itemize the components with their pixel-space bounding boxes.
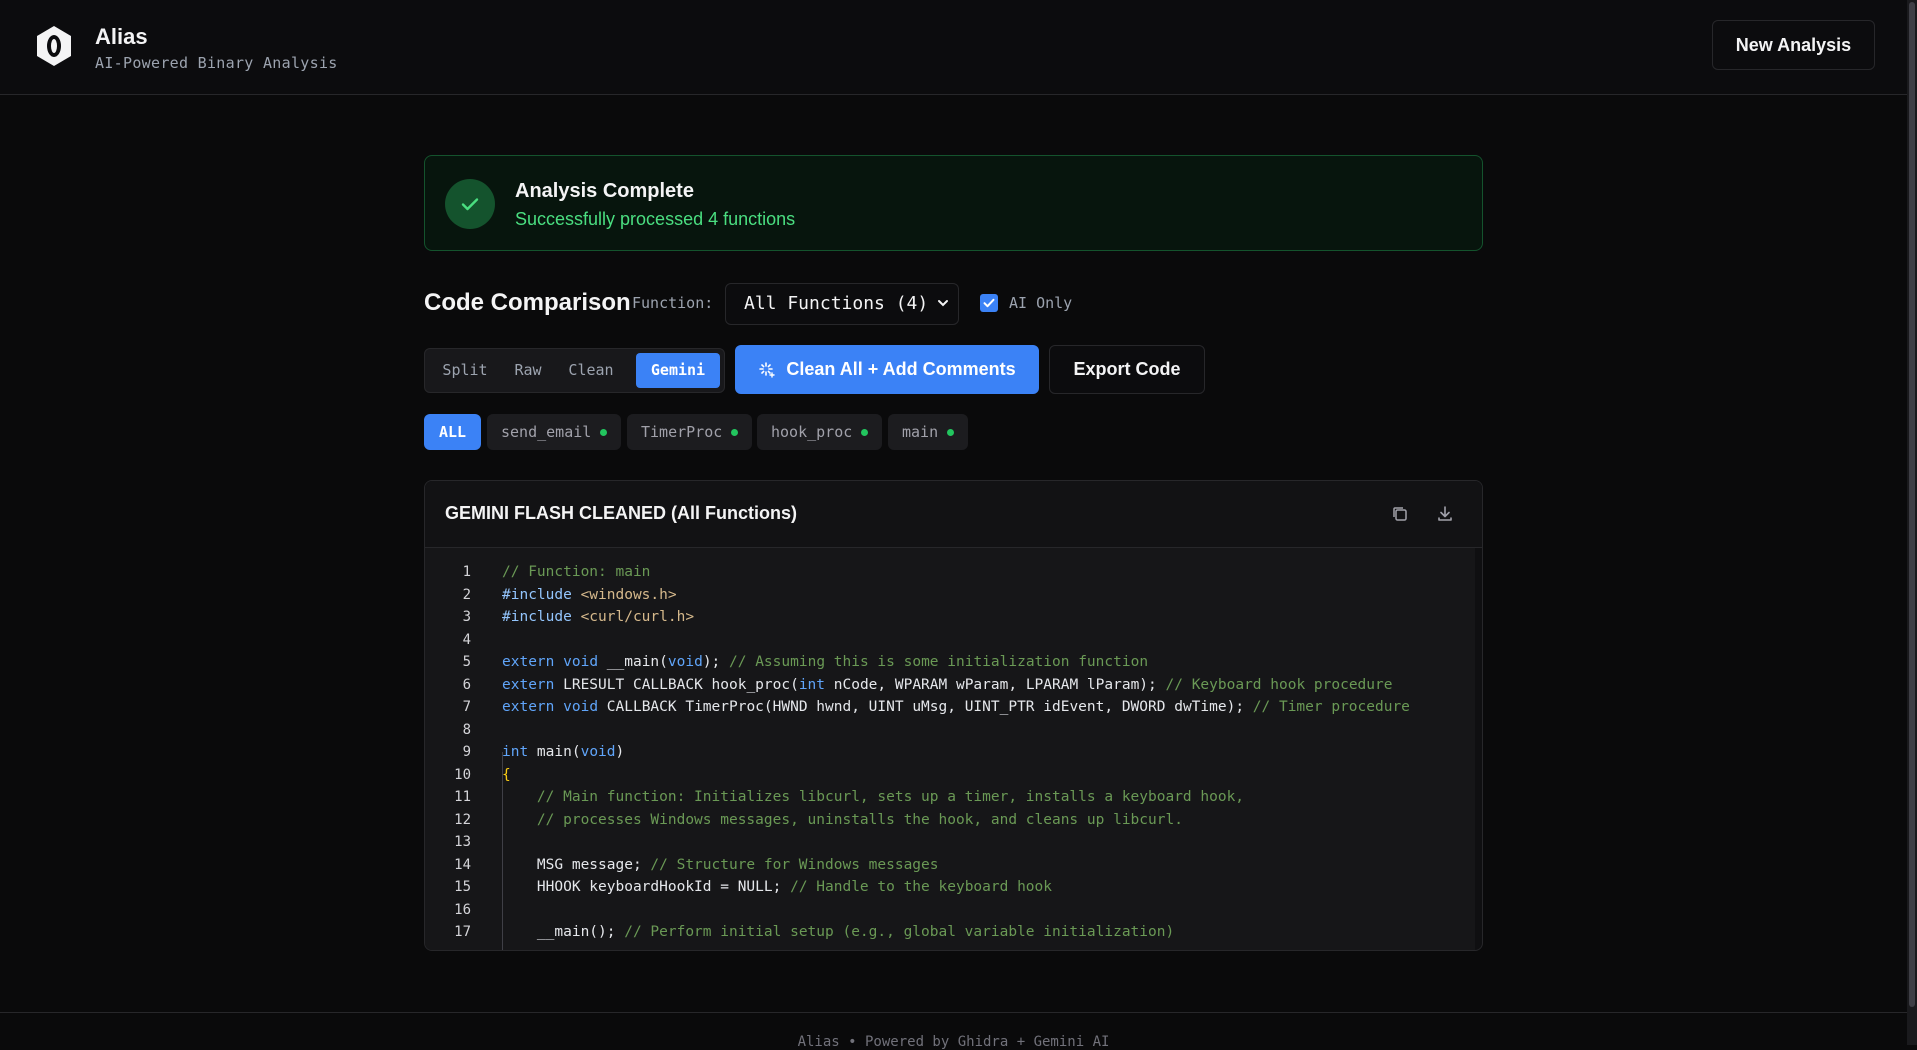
sparkles-icon [759,361,776,378]
line-number: 2 [462,586,471,603]
line-source: extern LRESULT CALLBACK hook_proc(int nC… [502,676,1393,693]
line-number: 10 [454,766,471,783]
line-number: 1 [462,564,471,580]
banner-message: Successfully processed 4 functions [515,209,796,229]
chip-all[interactable]: ALL [424,414,481,450]
line-number: 13 [454,834,471,850]
line-number: 6 [462,676,471,693]
line-source: int main(void) [502,744,625,760]
line-source: // Function: main [502,564,651,580]
chip-main[interactable]: main [888,414,969,450]
line-number: 4 [462,631,471,648]
line-number: 3 [462,609,471,625]
clean-all-label: Clean All + Add Comments [786,359,1016,379]
line-source: { [502,766,511,783]
line-number: 15 [454,879,471,895]
status-dot [947,429,955,436]
copy-icon[interactable] [1390,504,1410,524]
status-dot [600,429,608,436]
view-gemini-button[interactable]: Gemini [636,353,720,388]
line-number: 7 [462,699,471,715]
line-number: 11 [454,789,471,805]
function-label: Function: [632,294,714,312]
code-panel-title: GEMINI FLASH CLEANED (All Functions) [445,503,797,523]
line-source: __main(); // Perform initial setup (e.g.… [502,924,1175,940]
line-source: // Main function: Initializes libcurl, s… [536,789,1245,805]
app-subtitle: AI-Powered Binary Analysis [95,54,338,72]
status-dot [861,429,869,436]
function-select-value: All Functions (4) [744,293,929,314]
download-icon[interactable] [1435,504,1455,524]
chevron-down-icon [936,284,950,339]
chip-label: main [902,423,939,441]
chip-send-email[interactable]: send_email [487,414,622,450]
ai-only-checkbox[interactable] [980,294,998,312]
line-source: #include <curl/curl.h> [502,609,695,625]
export-code-button[interactable]: Export Code [1049,345,1205,394]
banner-title: Analysis Complete [515,180,694,202]
new-analysis-button[interactable]: New Analysis [1712,20,1875,70]
section-title: Code Comparison [424,289,631,316]
line-number: 16 [454,901,471,918]
line-source: HHOOK keyboardHookId = NULL; // Handle t… [502,879,1052,895]
app-title: Alias [95,24,148,49]
chip-hook-proc[interactable]: hook_proc [757,414,883,450]
app-header: Alias AI-Powered Binary Analysis New Ana… [0,0,1907,95]
chip-label: TimerProc [641,423,723,441]
chip-label: hook_proc [771,423,853,441]
view-split-button[interactable]: Split [435,353,495,388]
code-viewer[interactable]: 1 // Function: main 2 #include <windows.h> 3… [425,548,1475,950]
alias-logo-icon [37,26,71,66]
footer-text: Alias • Powered by Ghidra + Gemini AI [797,1034,1110,1050]
success-check-icon [445,179,495,229]
analysis-complete-banner: Analysis Complete Successfully processed… [424,155,1483,251]
code-panel-header: GEMINI FLASH CLEANED (All Functions) [425,481,1482,548]
view-raw-button[interactable]: Raw [503,353,553,388]
code-panel: GEMINI FLASH CLEANED (All Functions) 1 //… [424,480,1483,951]
view-mode-toggle: Split Raw Clean Gemini [424,348,725,393]
line-number: 12 [454,811,471,828]
chip-label: send_email [501,423,592,441]
line-source: extern void CALLBACK TimerProc(HWND hwnd… [502,699,1410,715]
footer-divider [0,1012,1907,1013]
line-number: 17 [454,924,471,940]
ai-only-label[interactable]: AI Only [1009,294,1072,312]
chip-timerproc[interactable]: TimerProc [627,414,753,450]
line-source: // processes Windows messages, uninstall… [536,811,1183,828]
line-number: 5 [462,654,471,670]
page-scrollbar[interactable] [1907,0,1917,1045]
code-scrollbar[interactable] [1482,548,1483,951]
view-clean-button[interactable]: Clean [561,353,621,388]
line-source: #include <windows.h> [502,586,677,603]
line-number: 9 [462,744,471,760]
status-dot [731,429,739,436]
line-source: extern void __main(void); // Assuming th… [502,654,1149,670]
clean-all-button[interactable]: Clean All + Add Comments [735,345,1039,394]
chip-all-label: ALL [438,423,467,441]
line-source: MSG message; // Structure for Windows me… [502,856,939,873]
line-number: 14 [454,856,471,873]
function-select[interactable]: All Functions (4) [725,283,959,325]
line-number: 8 [462,721,471,738]
